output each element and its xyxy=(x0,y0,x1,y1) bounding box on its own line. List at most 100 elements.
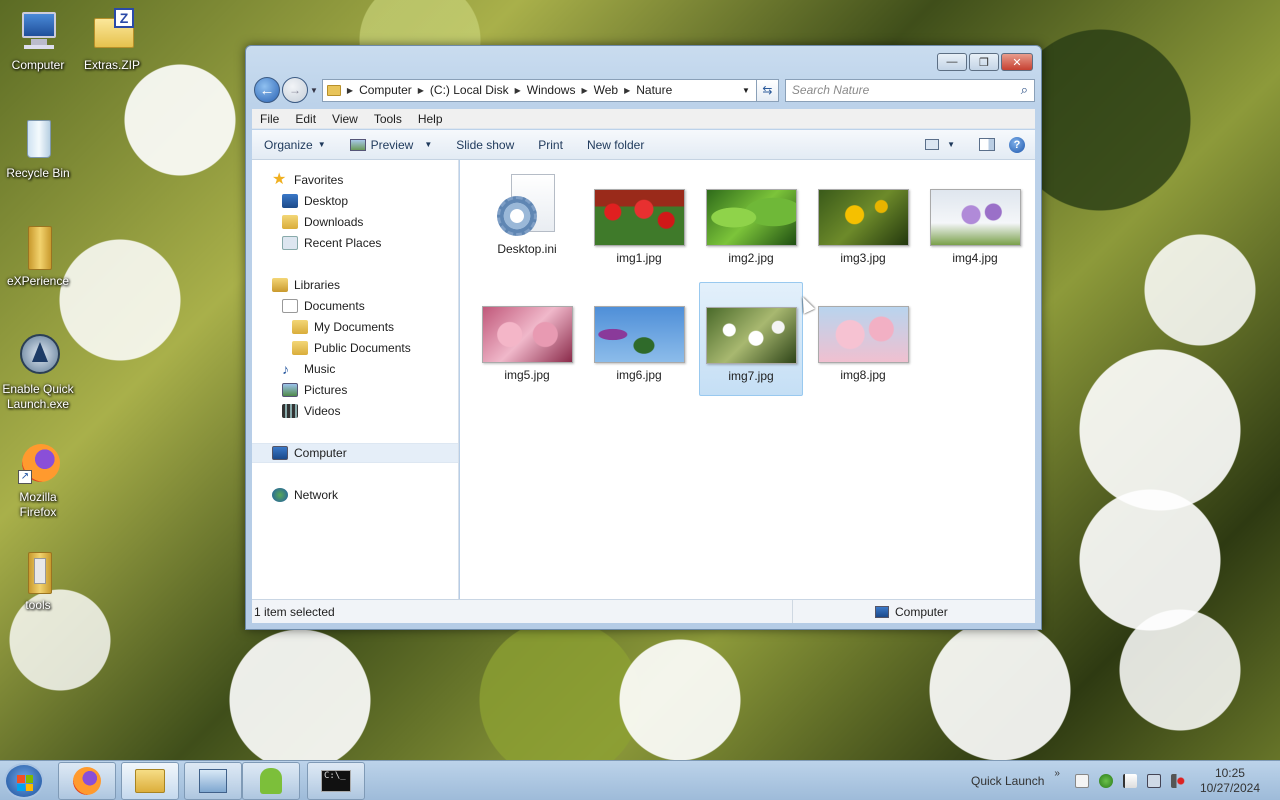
desktop-icon-extras-zip[interactable]: Z Extras.ZIP xyxy=(76,8,148,73)
nav-network[interactable]: Network xyxy=(272,485,458,505)
file-item-img3[interactable]: img3.jpg xyxy=(811,164,915,278)
desktop-icon-firefox[interactable]: ↗ Mozilla Firefox xyxy=(2,440,74,520)
clock[interactable]: 10:25 10/27/2024 xyxy=(1200,766,1260,796)
explorer-window[interactable]: — ❐ ✕ ← → ▼ ▶ Computer ▶ (C:) Local Disk… xyxy=(245,45,1042,630)
toolbar-chevron-icon[interactable]: » xyxy=(1054,768,1060,779)
breadcrumb-windows[interactable]: Windows xyxy=(527,83,576,97)
search-placeholder: Search Nature xyxy=(791,83,870,97)
nav-label: Desktop xyxy=(304,194,349,208)
refresh-button[interactable]: ⇆ xyxy=(756,78,779,102)
command-bar: Organize ▼ Preview ▼ Slide show Print Ne… xyxy=(252,130,1035,160)
nav-label: Public Documents xyxy=(314,341,411,355)
volume-muted-icon[interactable] xyxy=(1170,774,1185,788)
breadcrumb-computer[interactable]: Computer xyxy=(359,83,412,97)
file-item-img5[interactable]: img5.jpg xyxy=(475,281,579,395)
image-thumbnail xyxy=(817,306,909,363)
nav-documents[interactable]: Documents xyxy=(282,296,458,316)
back-button[interactable]: ← xyxy=(254,77,280,103)
folder-icon xyxy=(292,320,308,334)
image-thumbnail xyxy=(593,306,685,363)
organize-button[interactable]: Organize ▼ xyxy=(252,138,338,152)
chevron-right-icon[interactable]: ▶ xyxy=(347,86,353,95)
document-tray-icon[interactable] xyxy=(1074,774,1089,788)
slide-show-button[interactable]: Slide show xyxy=(444,138,526,152)
chevron-right-icon[interactable]: ▶ xyxy=(581,86,587,95)
file-name: img6.jpg xyxy=(616,368,662,382)
file-item-desktop-ini[interactable]: Desktop.ini xyxy=(475,164,579,278)
taskbar-firefox[interactable] xyxy=(58,762,116,800)
taskbar-explorer[interactable] xyxy=(121,762,179,800)
chevron-down-icon[interactable]: ▼ xyxy=(742,86,750,95)
window-controls: — ❐ ✕ xyxy=(937,53,1033,71)
menu-help[interactable]: Help xyxy=(410,112,451,126)
close-button[interactable]: ✕ xyxy=(1001,53,1033,71)
breadcrumb-local-disk[interactable]: (C:) Local Disk xyxy=(430,83,509,97)
maximize-button[interactable]: ❐ xyxy=(969,53,999,71)
desktop-icon-tools[interactable]: tools xyxy=(2,548,74,613)
new-folder-button[interactable]: New folder xyxy=(575,138,656,152)
security-tray-icon[interactable] xyxy=(1098,774,1113,788)
file-item-img6[interactable]: img6.jpg xyxy=(587,281,691,395)
search-input[interactable]: Search Nature ⌕ xyxy=(784,78,1035,102)
navigation-bar: ← → ▼ ▶ Computer ▶ (C:) Local Disk ▶ Win… xyxy=(254,76,1035,104)
menu-edit[interactable]: Edit xyxy=(287,112,324,126)
desktop-icon-experience[interactable]: eXPerience xyxy=(2,224,74,289)
nav-label: Downloads xyxy=(304,215,364,229)
pictures-icon xyxy=(282,383,298,397)
help-button[interactable]: ? xyxy=(1009,136,1025,153)
taskbar-command-prompt[interactable]: C:\_ xyxy=(307,762,365,800)
desktop-icon-enable-quick-launch[interactable]: Enable Quick Launch.exe xyxy=(2,332,74,412)
flag-tray-icon[interactable] xyxy=(1122,774,1137,788)
recent-pages-dropdown-icon[interactable]: ▼ xyxy=(310,86,318,95)
chevron-down-icon: ▼ xyxy=(424,140,433,149)
preview-pane-button[interactable] xyxy=(979,138,995,151)
file-item-img7[interactable]: img7.jpg xyxy=(699,282,803,396)
taskbar-android[interactable] xyxy=(242,762,300,800)
print-button[interactable]: Print xyxy=(526,138,575,152)
menu-file[interactable]: File xyxy=(252,112,287,126)
nav-downloads[interactable]: Downloads xyxy=(282,212,458,232)
nav-computer[interactable]: Computer xyxy=(252,443,458,463)
folder-icon xyxy=(14,224,62,272)
nav-desktop[interactable]: Desktop xyxy=(282,191,458,211)
file-item-img2[interactable]: img2.jpg xyxy=(699,164,803,278)
minimize-button[interactable]: — xyxy=(937,53,967,71)
desktop-icon-recycle-bin[interactable]: Recycle Bin xyxy=(2,116,74,181)
network-tray-icon[interactable] xyxy=(1146,774,1161,788)
nav-public-documents[interactable]: Public Documents xyxy=(292,338,458,358)
search-icon[interactable]: ⌕ xyxy=(1021,82,1028,98)
change-view-button[interactable]: ▼ xyxy=(925,139,955,150)
nav-label: Recent Places xyxy=(304,236,382,250)
nav-libraries[interactable]: Libraries xyxy=(272,275,458,295)
chevron-right-icon[interactable]: ▶ xyxy=(418,86,424,95)
chevron-right-icon[interactable]: ▶ xyxy=(624,86,630,95)
menu-view[interactable]: View xyxy=(324,112,366,126)
nav-recent-places[interactable]: Recent Places xyxy=(282,233,458,253)
folder-icon xyxy=(135,769,165,793)
forward-button[interactable]: → xyxy=(282,77,308,103)
file-item-img8[interactable]: img8.jpg xyxy=(811,281,915,395)
chevron-right-icon[interactable]: ▶ xyxy=(515,86,521,95)
status-bar: 1 item selected Computer xyxy=(252,599,1035,623)
quick-launch-toolbar[interactable]: Quick Launch xyxy=(971,774,1044,788)
desktop-icon-label: tools xyxy=(25,598,51,612)
address-bar[interactable]: ▶ Computer ▶ (C:) Local Disk ▶ Windows ▶… xyxy=(321,78,757,102)
breadcrumb-nature[interactable]: Nature xyxy=(636,83,672,97)
nav-label: Documents xyxy=(304,299,365,313)
menu-tools[interactable]: Tools xyxy=(366,112,410,126)
taskbar-control-panel[interactable] xyxy=(184,762,242,800)
nav-my-documents[interactable]: My Documents xyxy=(292,317,458,337)
nav-favorites[interactable]: ★ Favorites xyxy=(272,170,458,190)
computer-icon xyxy=(14,8,62,56)
desktop-icon-computer[interactable]: Computer xyxy=(2,8,74,73)
nav-videos[interactable]: Videos xyxy=(282,401,458,421)
start-button[interactable] xyxy=(4,763,44,799)
nav-music[interactable]: ♪ Music xyxy=(282,359,458,379)
file-name: img3.jpg xyxy=(840,251,886,265)
preview-button[interactable]: Preview ▼ xyxy=(338,138,445,152)
nav-pictures[interactable]: Pictures xyxy=(282,380,458,400)
breadcrumb-web[interactable]: Web xyxy=(594,83,618,97)
desktop-icon xyxy=(282,194,298,208)
file-item-img4[interactable]: img4.jpg xyxy=(923,164,1027,278)
file-item-img1[interactable]: img1.jpg xyxy=(587,164,691,278)
